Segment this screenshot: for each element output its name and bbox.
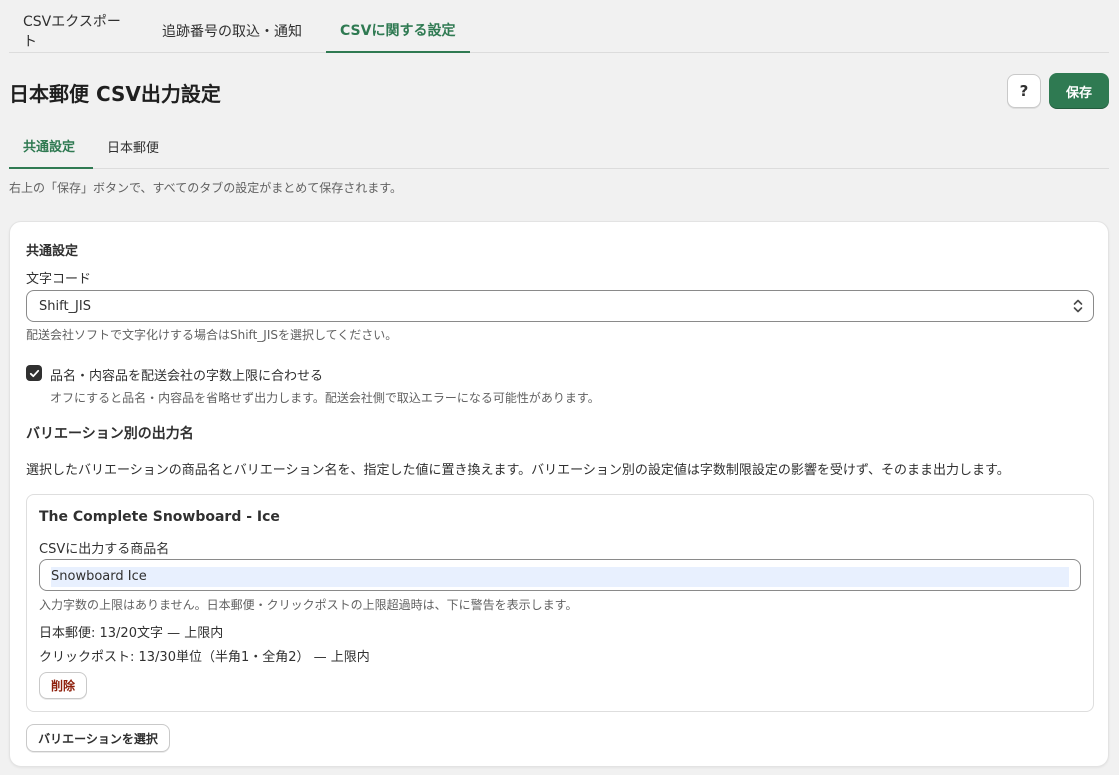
variants-title: バリエーション別の出力名 (26, 426, 194, 442)
charset-help: 配送会社ソフトで文字化けする場合はShift_JISを選択してください。 (26, 328, 398, 342)
delete-button[interactable]: 削除 (39, 672, 87, 699)
save-hint: 右上の「保存」ボタンで、すべてのタブの設定がまとめて保存されます。 (9, 181, 403, 195)
variant-card: The Complete Snowboard - Ice CSVに出力する商品名… (26, 494, 1094, 712)
select-variant-button[interactable]: バリエーションを選択 (26, 724, 170, 752)
variant-output-name-field[interactable] (39, 559, 1081, 591)
help-button[interactable]: ? (1007, 74, 1041, 108)
settings-card: 共通設定 文字コード Shift_JIS 配送会社ソフトで文字化けする場合はSh… (9, 221, 1109, 767)
charset-select[interactable]: Shift_JIS (26, 290, 1094, 322)
tab-japan-post[interactable]: 日本郵便 (93, 124, 173, 169)
charset-value: Shift_JIS (39, 298, 91, 314)
variant-product-name: The Complete Snowboard - Ice (39, 509, 280, 525)
tab-common-settings[interactable]: 共通設定 (9, 124, 93, 169)
japan-post-stat: 日本郵便: 13/20文字 — 上限内 (39, 626, 224, 641)
click-post-stat: クリックポスト: 13/30単位（半角1・全角2） — 上限内 (39, 650, 370, 665)
variant-help: 入力字数の上限はありません。日本郵便・クリックポストの上限超過時は、下に警告を表… (39, 598, 578, 612)
tab-tracking-import[interactable]: 追跡番号の取込・通知 (148, 8, 326, 53)
truncate-label[interactable]: 品名・内容品を配送会社の字数上限に合わせる (50, 365, 323, 384)
variants-description: 選択したバリエーションの商品名とバリエーション名を、指定した値に置き換えます。バ… (26, 463, 1010, 478)
checkmark-icon (29, 369, 39, 377)
save-button[interactable]: 保存 (1049, 73, 1109, 109)
charset-label: 文字コード (26, 272, 92, 287)
truncate-help: オフにすると品名・内容品を省略せず出力します。配送会社側で取込エラーになる可能性… (50, 391, 600, 405)
tab-csv-export[interactable]: CSVエクスポート (9, 8, 148, 53)
sub-tab-bar: 共通設定 日本郵便 (9, 124, 1109, 169)
variant-output-name-input[interactable] (51, 566, 1069, 587)
common-section-title: 共通設定 (26, 244, 79, 259)
page-title: 日本郵便 CSV出力設定 (9, 82, 221, 106)
tab-csv-settings[interactable]: CSVに関する設定 (326, 8, 470, 53)
help-button-label: ? (1019, 82, 1029, 100)
top-tab-bar: CSVエクスポート 追跡番号の取込・通知 CSVに関する設定 (9, 8, 1109, 53)
truncate-checkbox[interactable] (26, 365, 42, 381)
chevron-up-down-icon (1073, 299, 1083, 313)
page: CSVエクスポート 追跡番号の取込・通知 CSVに関する設定 日本郵便 CSV出… (0, 0, 1119, 775)
variant-field-label: CSVに出力する商品名 (39, 542, 170, 557)
